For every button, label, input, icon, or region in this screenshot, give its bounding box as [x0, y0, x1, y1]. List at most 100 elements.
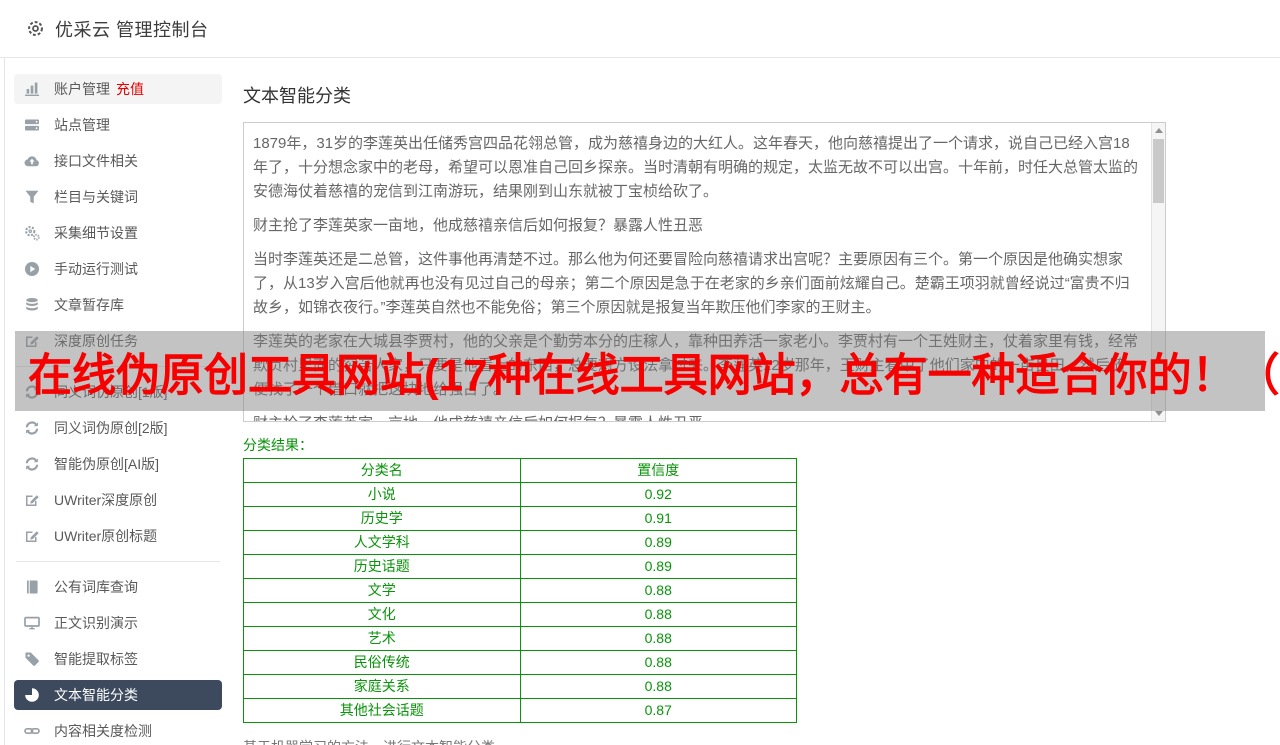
table-row: 家庭关系0.88 [244, 675, 797, 699]
sidebar-item-synonym-rewrite-2[interactable]: 同义词伪原创[2版] [14, 413, 222, 443]
confidence-cell: 0.87 [520, 699, 797, 723]
category-cell: 小说 [244, 483, 521, 507]
sidebar-item-relevance-detection[interactable]: 内容相关度检测 [14, 716, 222, 745]
article-paragraph: 当时李莲英还是二总管，这件事他再清楚不过。那么他为何还要冒险向慈禧请求出宫呢？主… [253, 248, 1139, 320]
sidebar-item-label: 公有词库查询 [54, 577, 138, 597]
confidence-cell: 0.89 [520, 531, 797, 555]
table-row: 其他社会话题0.87 [244, 699, 797, 723]
pie-icon [24, 687, 40, 703]
sidebar-item-manual-run-test[interactable]: 手动运行测试 [14, 254, 222, 284]
article-paragraph: 李莲英的老家在大城县李贾村，他的父亲是个勤劳本分的庄稼人，靠种田养活一家老小。李… [253, 330, 1139, 402]
table-row: 艺术0.88 [244, 627, 797, 651]
category-cell: 文化 [244, 603, 521, 627]
sidebar-item-interface-files[interactable]: 接口文件相关 [14, 146, 222, 176]
category-cell: 人文学科 [244, 531, 521, 555]
edit-icon [24, 528, 40, 544]
table-row: 小说0.92 [244, 483, 797, 507]
triangle-down-icon [1155, 411, 1163, 416]
tag-icon [24, 651, 40, 667]
sidebar-item-ai-rewrite[interactable]: 智能伪原创[AI版] [14, 449, 222, 479]
sidebar-item-uwriter-deep[interactable]: UWriter深度原创 [14, 485, 222, 515]
confidence-cell: 0.88 [520, 651, 797, 675]
sidebar-item-body-recognition[interactable]: 正文识别演示 [14, 608, 222, 638]
sidebar-divider [16, 366, 220, 367]
confidence-cell: 0.88 [520, 579, 797, 603]
sidebar-item-collect-settings[interactable]: 采集细节设置 [14, 218, 222, 248]
result-label: 分类结果： [243, 436, 1166, 454]
link-icon [24, 723, 40, 739]
sidebar-item-label: 接口文件相关 [54, 151, 138, 171]
confidence-cell: 0.91 [520, 507, 797, 531]
sidebar-item-label: 深度原创任务 [54, 331, 138, 351]
sidebar-item-columns-keywords[interactable]: 栏目与关键词 [14, 182, 222, 212]
article-textarea[interactable]: 1879年，31岁的李莲英出任储秀宫四品花翎总管，成为慈禧身边的大红人。这年春天… [243, 122, 1166, 422]
gear-icon [26, 19, 45, 38]
sidebar-item-label: UWriter原创标题 [54, 526, 157, 546]
category-cell: 历史话题 [244, 555, 521, 579]
category-cell: 家庭关系 [244, 675, 521, 699]
sidebar-item-sites[interactable]: 站点管理 [14, 110, 222, 140]
sidebar-item-label: 智能伪原创[AI版] [54, 454, 159, 474]
main-content: 文本智能分类 1879年，31岁的李莲英出任储秀宫四品花翎总管，成为慈禧身边的大… [243, 86, 1166, 745]
sidebar-item-account[interactable]: 账户管理充值 [14, 74, 222, 104]
table-row: 文化0.88 [244, 603, 797, 627]
article-text: 1879年，31岁的李莲英出任储秀宫四品花翎总管，成为慈禧身边的大红人。这年春天… [244, 123, 1165, 422]
article-paragraph: 财主抢了李莲英家一亩地，他成慈禧亲信后如何报复？暴露人性丑恶 [253, 214, 1139, 238]
refresh-icon [24, 420, 40, 436]
funnel-icon [24, 189, 40, 205]
confidence-cell: 0.88 [520, 675, 797, 699]
article-paragraph: 财主抢了李莲英家一亩地，他成慈禧亲信后如何报复？暴露人性丑恶 [253, 412, 1139, 422]
play-icon [24, 261, 40, 277]
table-row: 文学0.88 [244, 579, 797, 603]
table-row: 历史学0.91 [244, 507, 797, 531]
page-left-border [4, 58, 5, 745]
sidebar-divider [16, 561, 220, 562]
scroll-down-button[interactable] [1152, 406, 1165, 421]
sidebar-item-label: 账户管理 [54, 79, 110, 99]
refresh-icon [24, 456, 40, 472]
sidebar-item-synonym-rewrite-1[interactable]: 同义词伪原创[1版] [14, 377, 222, 407]
sidebar-item-label: 同义词伪原创[1版] [54, 382, 168, 402]
refresh-icon [24, 384, 40, 400]
sidebar-item-tag-extraction[interactable]: 智能提取标签 [14, 644, 222, 674]
confidence-cell: 0.89 [520, 555, 797, 579]
database-icon [24, 297, 40, 313]
scrollbar-thumb[interactable] [1153, 139, 1164, 203]
sidebar-item-label: 内容相关度检测 [54, 721, 152, 741]
sidebar-item-label: 文本智能分类 [54, 685, 138, 705]
sidebar-item-label: 站点管理 [54, 115, 110, 135]
sidebar-item-text-classification[interactable]: 文本智能分类 [14, 680, 222, 710]
confidence-cell: 0.88 [520, 603, 797, 627]
article-paragraph: 1879年，31岁的李莲英出任储秀宫四品花翎总管，成为慈禧身边的大红人。这年春天… [253, 132, 1139, 204]
sidebar-item-label: UWriter深度原创 [54, 490, 157, 510]
textarea-scrollbar[interactable] [1151, 123, 1165, 421]
sidebar-item-label: 同义词伪原创[2版] [54, 418, 168, 438]
sidebar-item-article-store[interactable]: 文章暂存库 [14, 290, 222, 320]
table-row: 民俗传统0.88 [244, 651, 797, 675]
app-title: 优采云 管理控制台 [55, 16, 209, 42]
sidebar-item-public-dict-query[interactable]: 公有词库查询 [14, 572, 222, 602]
table-header-cell: 置信度 [520, 459, 797, 483]
chart-bar-icon [24, 81, 40, 97]
sidebar-item-label: 手动运行测试 [54, 259, 138, 279]
app-window: 优采云 管理控制台 账户管理充值站点管理接口文件相关栏目与关键词采集细节设置手动… [0, 0, 1280, 745]
category-cell: 历史学 [244, 507, 521, 531]
category-cell: 艺术 [244, 627, 521, 651]
edit-icon [24, 492, 40, 508]
sidebar-item-deep-original-task[interactable]: 深度原创任务 [14, 326, 222, 356]
top-header-bar: 优采云 管理控制台 [0, 0, 1280, 58]
recharge-badge[interactable]: 充值 [116, 79, 144, 99]
category-cell: 民俗传统 [244, 651, 521, 675]
gears-icon [24, 225, 40, 241]
cloud-upload-icon [24, 153, 40, 169]
classification-result-table: 分类名置信度 小说0.92历史学0.91人文学科0.89历史话题0.89文学0.… [243, 458, 797, 723]
sidebar-item-uwriter-title[interactable]: UWriter原创标题 [14, 521, 222, 551]
table-row: 历史话题0.89 [244, 555, 797, 579]
confidence-cell: 0.92 [520, 483, 797, 507]
book-icon [24, 579, 40, 595]
confidence-cell: 0.88 [520, 627, 797, 651]
scroll-up-button[interactable] [1152, 123, 1165, 138]
sidebar-nav: 账户管理充值站点管理接口文件相关栏目与关键词采集细节设置手动运行测试文章暂存库深… [14, 74, 222, 745]
category-cell: 文学 [244, 579, 521, 603]
table-header-row: 分类名置信度 [244, 459, 797, 483]
